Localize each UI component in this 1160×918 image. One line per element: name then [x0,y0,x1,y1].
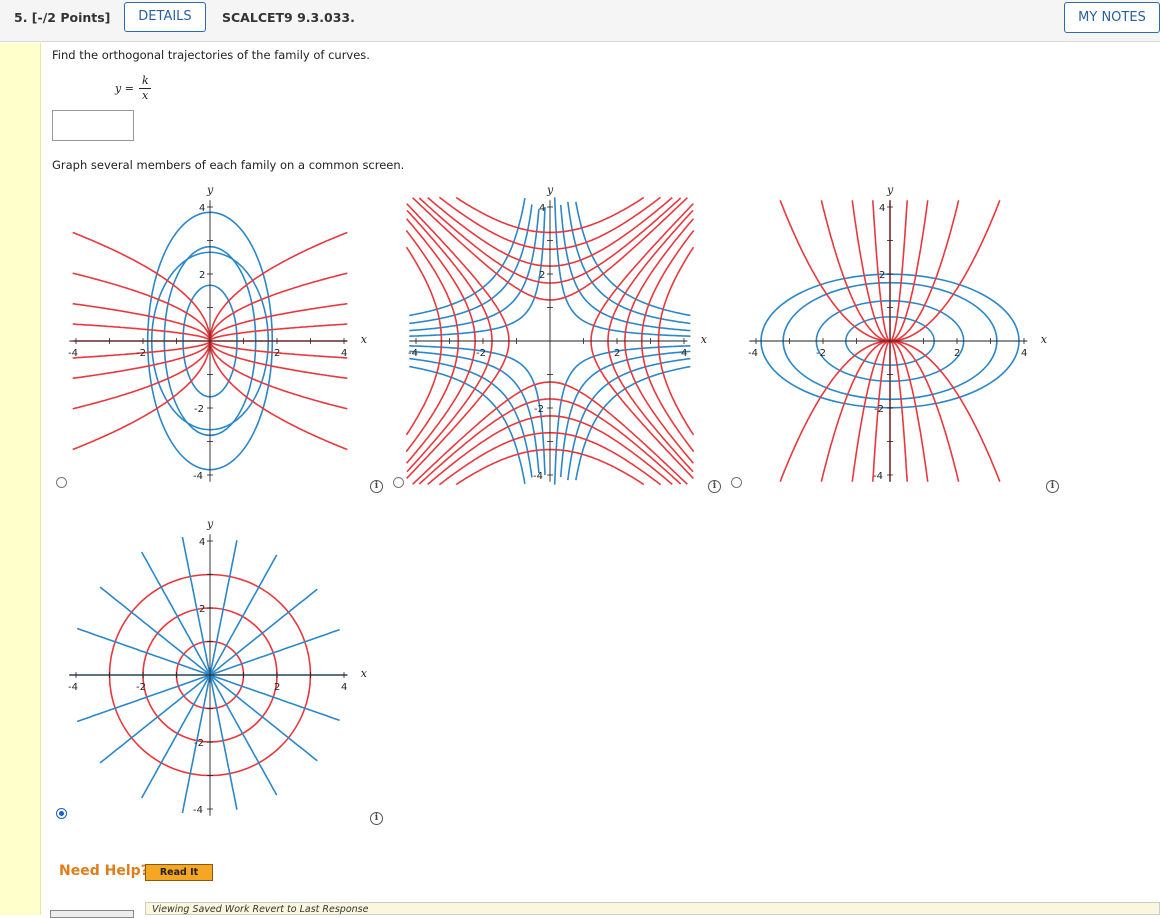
blue-hyperbola [409,204,533,325]
blue-hyperbola [409,345,546,476]
x-tick-label: -4 [68,682,78,693]
info-icon[interactable]: i [370,480,383,493]
viewing-saved-work-link[interactable]: Viewing Saved Work Revert to Last Respon… [152,904,368,915]
y-tick-label: 2 [539,270,545,281]
red-curve [72,302,211,342]
blue-hyperbola [409,206,546,337]
curve-formula: y = k x [115,74,175,104]
info-icon[interactable]: i [1046,480,1059,493]
y-tick-label: -2 [194,738,204,749]
formula-lhs: y = [115,82,134,95]
x-tick-label: -4 [408,348,418,359]
option-c-radio[interactable] [731,477,742,488]
y-tick-label: -2 [534,404,544,415]
submit-button[interactable] [50,910,134,918]
answer-input[interactable] [52,110,134,141]
x-axis-label: x [1041,333,1048,346]
x-tick-label: 2 [614,348,620,359]
x-tick-label: 4 [341,682,347,693]
red-curve [209,340,348,380]
formula-denominator: x [142,89,149,102]
graph-option-a: -4 -2 2 4 4 2 -2 -4 x y [68,184,368,482]
x-tick-label: -2 [816,348,826,359]
y-tick-label: -4 [193,805,203,816]
x-tick-label: -2 [476,348,486,359]
x-tick-label: 2 [274,682,280,693]
y-tick-label: 2 [199,270,205,281]
red-curve [209,302,348,342]
option-b-radio[interactable] [393,477,404,488]
x-tick-label: 4 [341,348,347,359]
y-axis-label: y [546,184,554,197]
y-axis-label: y [206,518,214,531]
y-tick-label: 2 [199,604,205,615]
question-side-strip [0,43,41,915]
blue-hyperbola [553,197,691,337]
blue-hyperbola [409,357,533,478]
x-axis-label: x [361,667,368,680]
option-a-radio[interactable] [56,477,67,488]
option-d-radio[interactable] [56,808,67,819]
y-tick-label: 4 [539,203,545,214]
y-tick-label: -4 [193,471,203,482]
x-axis-label: x [361,333,368,346]
x-tick-label: 4 [681,348,687,359]
x-tick-label: -4 [68,348,78,359]
y-axis-label: y [886,184,894,197]
my-notes-button[interactable]: MY NOTES [1064,2,1160,33]
details-button[interactable]: DETAILS [124,2,206,32]
x-tick-label: -2 [136,682,146,693]
graph-option-d: -4 -2 2 4 4 2 -2 -4 x y [68,518,368,816]
y-tick-label: -4 [873,471,883,482]
blue-hyperbola [409,365,526,485]
info-icon[interactable]: i [708,480,721,493]
question-number: 5. [-/2 Points] [14,10,111,25]
red-curve [72,340,211,380]
graph-option-b: -4 -2 2 4 4 2 -2 -4 x y [405,184,708,486]
x-tick-label: -4 [748,348,758,359]
question-header: 5. [-/2 Points] DETAILS SCALCET9 9.3.033… [0,0,1160,42]
blue-hyperbola [409,197,526,317]
y-tick-label: 4 [199,203,205,214]
blue-hyperbola [553,345,691,485]
y-tick-label: 4 [199,537,205,548]
y-tick-label: -4 [533,471,543,482]
question-id: SCALCET9 9.3.033. [222,10,355,25]
y-tick-label: 4 [879,203,885,214]
info-icon[interactable]: i [370,812,383,825]
read-it-button[interactable]: Read It [145,864,213,881]
y-tick-label: 2 [879,270,885,281]
graph-prompt: Graph several members of each family on … [52,158,405,172]
x-tick-label: 4 [1021,348,1027,359]
graph-option-c: -4 -2 2 4 4 2 -2 -4 x y [748,184,1048,482]
x-axis-label: x [701,333,708,346]
x-tick-label: 2 [954,348,960,359]
y-tick-label: -2 [194,404,204,415]
x-tick-label: -2 [136,348,146,359]
y-axis-label: y [206,184,214,197]
question-prompt: Find the orthogonal trajectories of the … [52,48,370,62]
need-help-label: Need Help? [59,863,149,879]
x-tick-label: 2 [274,348,280,359]
formula-numerator: k [142,74,149,87]
y-tick-label: -2 [874,404,884,415]
